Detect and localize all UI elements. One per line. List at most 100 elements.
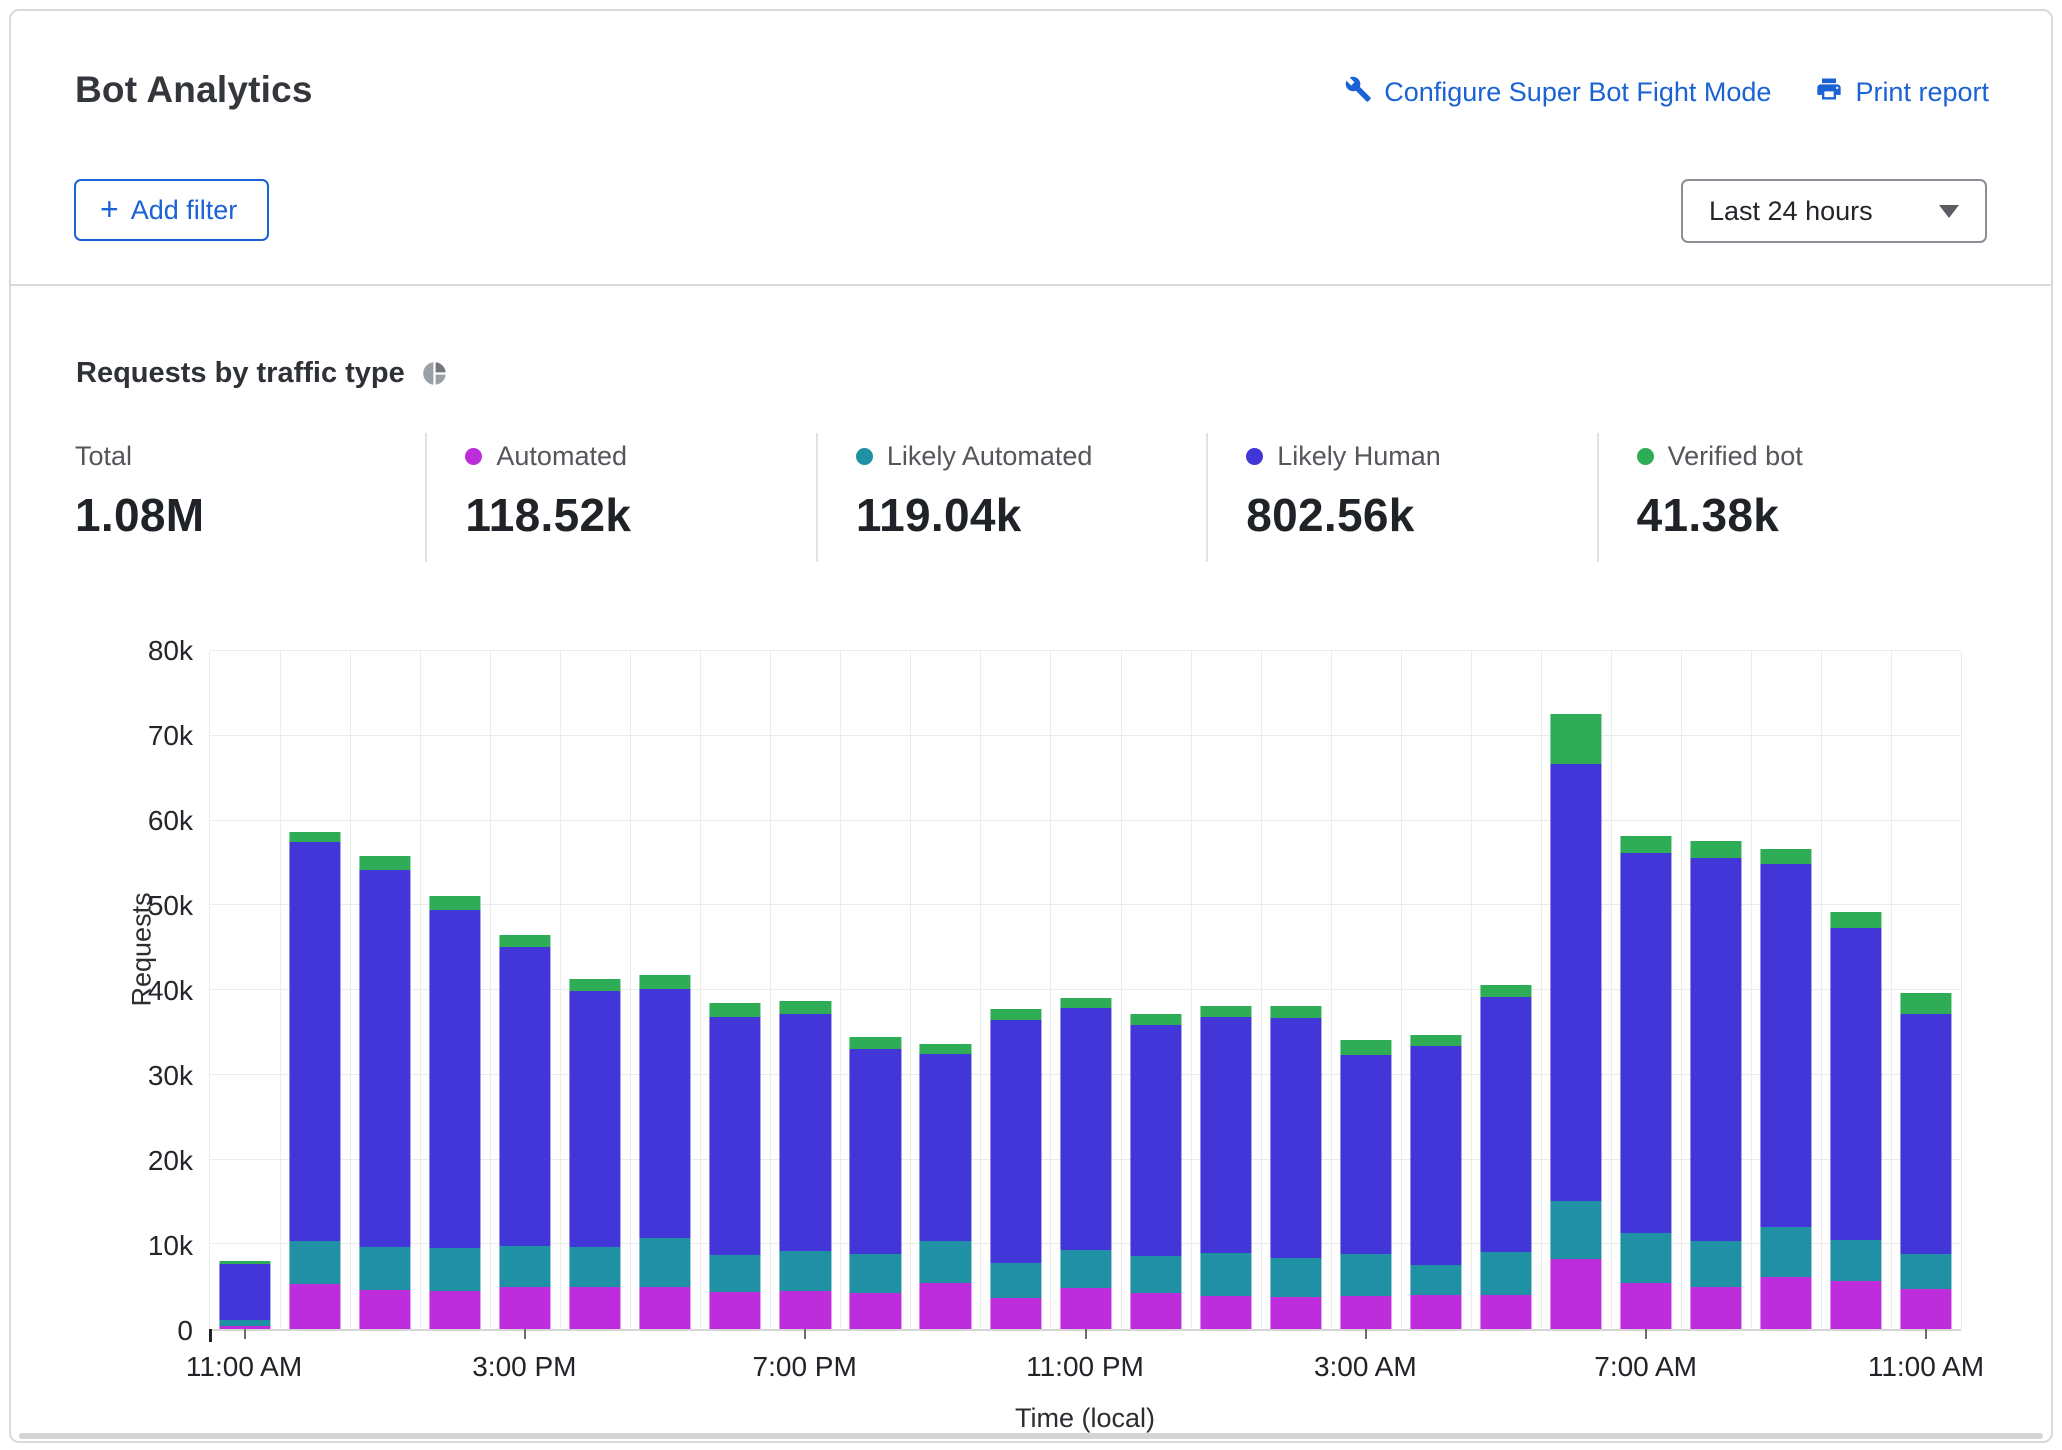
segment-verified-bot — [500, 935, 551, 946]
stacked-bar[interactable] — [640, 975, 691, 1329]
requests-by-traffic-type-chart — [209, 651, 1961, 1331]
segment-verified-bot — [920, 1044, 971, 1053]
y-tick-50k: 50k — [148, 890, 193, 922]
segment-automated — [430, 1291, 481, 1329]
y-tick-0: 0 — [177, 1315, 193, 1347]
x-axis-tick — [524, 1329, 526, 1339]
stacked-bar[interactable] — [1620, 836, 1671, 1329]
stacked-bar[interactable] — [1200, 1006, 1251, 1329]
segment-automated — [290, 1284, 341, 1329]
bar-slot-10-00-am — [1821, 651, 1891, 1329]
segment-likely-automated — [1060, 1250, 1111, 1288]
segment-likely-automated — [850, 1254, 901, 1293]
segment-likely-automated — [430, 1248, 481, 1291]
stacked-bar[interactable] — [1690, 841, 1741, 1329]
x-tick-label: 11:00 AM — [186, 1351, 302, 1383]
segment-likely-automated — [1550, 1201, 1601, 1260]
add-filter-button[interactable]: + Add filter — [74, 179, 269, 241]
bot-analytics-page: Bot Analytics Configure Super Bot Fight … — [0, 0, 2062, 1450]
segment-verified-bot — [430, 896, 481, 910]
card-header: Bot Analytics Configure Super Bot Fight … — [75, 69, 1989, 111]
wrench-icon — [1344, 75, 1372, 110]
segment-verified-bot — [710, 1003, 761, 1017]
print-link-label: Print report — [1855, 77, 1989, 108]
segment-likely-automated — [360, 1247, 411, 1290]
segment-likely-automated — [1340, 1254, 1391, 1296]
printer-icon — [1815, 75, 1843, 110]
stacked-bar[interactable] — [1831, 912, 1882, 1329]
stat-label: Likely Automated — [856, 441, 1206, 472]
card-bottom-divider — [19, 1433, 2043, 1439]
segment-automated — [500, 1287, 551, 1330]
segment-likely-human — [570, 991, 621, 1247]
segment-likely-automated — [1270, 1258, 1321, 1297]
bar-slot-5-00-pm — [630, 651, 700, 1329]
stacked-bar[interactable] — [920, 1044, 971, 1329]
segment-likely-automated — [990, 1263, 1041, 1299]
bar-slot-11-00-pm — [1051, 651, 1121, 1329]
bar-slot-1-00-am — [1191, 651, 1261, 1329]
segment-verified-bot — [1200, 1006, 1251, 1017]
stacked-bar[interactable] — [1901, 993, 1952, 1329]
x-axis-tick — [244, 1329, 246, 1339]
bar-slot-8-00-pm — [840, 651, 910, 1329]
stat-value: 802.56k — [1246, 488, 1596, 542]
stacked-bar[interactable] — [1270, 1006, 1321, 1329]
segment-likely-human — [990, 1020, 1041, 1263]
segment-likely-automated — [500, 1246, 551, 1287]
stacked-bar[interactable] — [1760, 849, 1811, 1329]
y-tick-40k: 40k — [148, 975, 193, 1007]
time-range-select[interactable]: Last 24 hours — [1681, 179, 1987, 243]
segment-likely-human — [500, 947, 551, 1246]
stacked-bar[interactable] — [1340, 1040, 1391, 1329]
stacked-bar[interactable] — [360, 856, 411, 1329]
segment-verified-bot — [850, 1037, 901, 1048]
stat-value: 41.38k — [1637, 488, 1987, 542]
bar-slot-2-00-pm — [420, 651, 490, 1329]
stacked-bar[interactable] — [570, 979, 621, 1329]
stat-total: Total1.08M — [75, 433, 425, 562]
stacked-bar[interactable] — [1130, 1014, 1181, 1329]
segment-automated — [920, 1283, 971, 1329]
segment-likely-automated — [1831, 1240, 1882, 1282]
stat-label: Verified bot — [1637, 441, 1987, 472]
stat-label: Likely Human — [1246, 441, 1596, 472]
stacked-bar[interactable] — [1550, 714, 1601, 1329]
stacked-bar[interactable] — [1060, 998, 1111, 1329]
stacked-bar[interactable] — [500, 935, 551, 1329]
stat-label-text: Automated — [496, 441, 627, 472]
stacked-bar[interactable] — [780, 1001, 831, 1329]
segment-likely-human — [1060, 1008, 1111, 1250]
section-title: Requests by traffic type — [76, 357, 405, 390]
stacked-bar[interactable] — [219, 1261, 270, 1329]
segment-likely-automated — [1410, 1265, 1461, 1295]
segment-automated — [1831, 1281, 1882, 1329]
bar-slot-2-00-am — [1261, 651, 1331, 1329]
x-axis-labels: 11:00 AM3:00 PM7:00 PM11:00 PM3:00 AM7:0… — [209, 1351, 1961, 1391]
y-tick-70k: 70k — [148, 720, 193, 752]
segment-likely-automated — [1130, 1256, 1181, 1293]
segment-verified-bot — [780, 1001, 831, 1014]
stacked-bar[interactable] — [710, 1003, 761, 1329]
x-axis-tick — [1085, 1329, 1087, 1339]
stacked-bar[interactable] — [850, 1037, 901, 1329]
legend-dot-automated — [465, 448, 482, 465]
analytics-card: Bot Analytics Configure Super Bot Fight … — [9, 9, 2053, 1443]
configure-super-bot-fight-mode-link[interactable]: Configure Super Bot Fight Mode — [1344, 75, 1771, 110]
stacked-bar[interactable] — [1480, 985, 1531, 1329]
stacked-bar[interactable] — [290, 832, 341, 1329]
stat-value: 118.52k — [465, 488, 815, 542]
stat-value: 1.08M — [75, 488, 425, 542]
stacked-bar[interactable] — [1410, 1035, 1461, 1329]
segment-automated — [710, 1292, 761, 1329]
segment-automated — [780, 1291, 831, 1329]
segment-automated — [1270, 1297, 1321, 1329]
segment-likely-human — [430, 910, 481, 1248]
stacked-bar[interactable] — [990, 1009, 1041, 1329]
segment-likely-human — [290, 842, 341, 1242]
stacked-bar[interactable] — [430, 896, 481, 1329]
x-tick-label: 7:00 PM — [753, 1351, 857, 1383]
segment-automated — [1480, 1295, 1531, 1329]
pie-chart-icon — [421, 360, 448, 387]
print-report-link[interactable]: Print report — [1815, 75, 1989, 110]
